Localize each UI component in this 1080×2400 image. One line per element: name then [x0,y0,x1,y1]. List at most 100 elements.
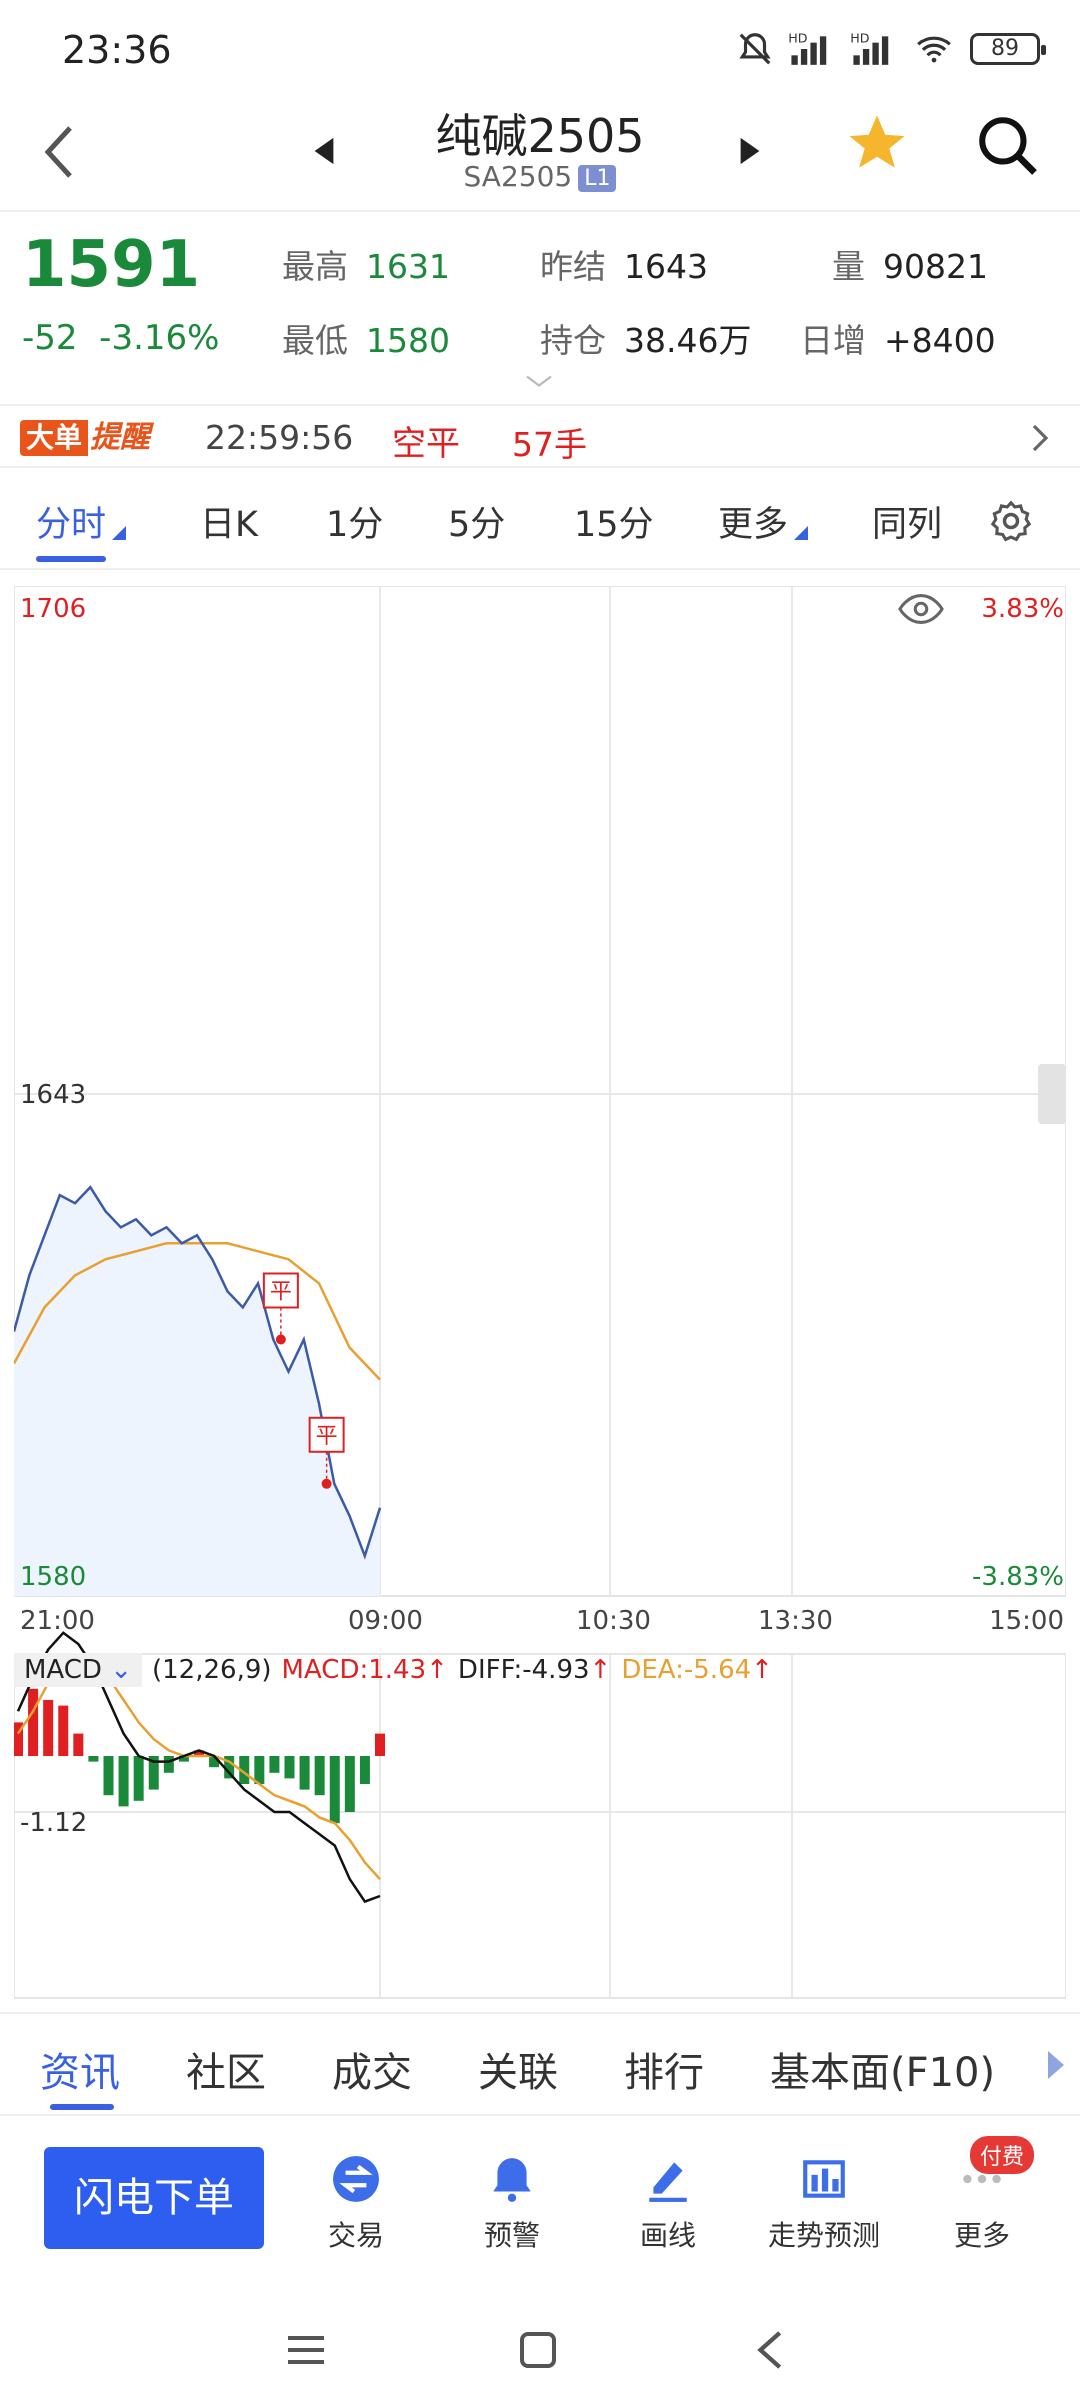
next-contract-icon[interactable] [738,136,762,166]
arrow-up-icon: ↑ [751,1655,773,1685]
draw-line-label: 画线 [639,2219,696,2252]
status-bar: 23:36 HD HD 89 [0,0,1080,100]
tab-dropdown-icon [112,526,127,540]
chart-area[interactable]: 平平 1706 1643 1580 3.83% -3.83% 21:00 09:… [12,585,1067,2002]
low-item: 最低 1580 [282,314,450,362]
expand-chevron-icon[interactable] [524,372,554,390]
tab-5min[interactable]: 5分 [448,496,505,547]
eye-icon[interactable] [898,592,944,626]
signal-icon: HD [788,31,827,65]
time-label: 10:30 [576,1606,651,1636]
scroll-right-icon[interactable] [1046,2048,1066,2082]
volume-value: 90821 [883,247,988,286]
macd-histogram-bar [58,1705,69,1756]
y-min-label: 1580 [20,1562,87,1592]
diff-value-text: DIFF:-4.93 [457,1655,590,1685]
alert-tag-remind: 提醒 [90,420,150,455]
marker-dot [275,1334,286,1345]
tab-trades[interactable]: 成交 [332,2040,412,2098]
macd-histogram-bar [314,1756,325,1796]
trend-forecast-button[interactable]: 走势预测 [754,2154,894,2254]
macd-histogram-bar [359,1756,370,1784]
draw-line-icon [649,2162,687,2202]
trade-button[interactable]: 交易 [286,2154,426,2254]
system-nav-bar [0,2300,1080,2400]
side-panel-handle[interactable] [1038,1064,1066,1124]
high-label: 最高 [282,247,348,286]
level-badge: L1 [578,164,617,192]
low-label: 最低 [282,321,348,360]
alert-label: 预警 [483,2219,540,2252]
macd-value: MACD:1.43↑ [282,1655,448,1685]
star-icon[interactable] [844,110,910,176]
last-price: 1591 [22,228,201,302]
tab-more[interactable]: 更多 [718,496,809,547]
macd-histogram-bar [28,1688,39,1756]
macd-histogram-bar [254,1756,265,1784]
home-icon[interactable] [518,2330,558,2370]
trend-forecast-label: 走势预测 [767,2219,880,2252]
tab-dropdown-icon [794,526,809,540]
chevron-right-icon[interactable] [1030,422,1050,454]
marker-dot [321,1478,332,1489]
open-interest-item: 持仓 38.46万 [540,314,751,362]
mute-bell-icon [739,33,771,65]
tab-ranking[interactable]: 排行 [624,2040,704,2098]
tab-same-column[interactable]: 同列 [872,496,942,547]
contract-code-text: SA2505 [463,160,573,193]
svg-text:HD: HD [788,31,807,46]
macd-name: MACD [24,1655,102,1685]
tab-active-indicator [36,556,106,562]
macd-indicator-select[interactable]: MACD ⌄ [14,1653,142,1687]
arrow-up-icon: ↑ [589,1655,612,1685]
header: 纯碱2505 SA2505 L1 [0,100,1080,212]
trade-icon [333,2156,379,2202]
settings-gear-icon[interactable] [988,498,1034,544]
time-label: 15:00 [989,1606,1064,1636]
intraday-chart[interactable]: 平平 [12,585,1067,2002]
macd-histogram-bar [375,1733,385,1756]
macd-histogram-bar [269,1756,280,1773]
tab-15min[interactable]: 15分 [574,496,654,547]
pct-min-label: -3.83% [972,1562,1064,1592]
trade-label: 交易 [327,2219,384,2252]
macd-params: (12,26,9) [152,1655,272,1685]
alert-time: 22:59:56 [205,418,354,457]
macd-value-text: MACD:1.43 [281,1655,427,1685]
paid-badge: 付费 [970,2136,1035,2174]
flash-order-button[interactable]: 闪电下单 [44,2147,264,2249]
search-icon[interactable] [974,112,1040,178]
trend-forecast-icon [803,2160,845,2198]
tab-fundamentals[interactable]: 基本面(F10) [770,2040,995,2098]
low-value: 1580 [366,321,450,360]
tab-timeshare[interactable]: 分时 [36,496,127,547]
marker-label: 平 [270,1279,292,1304]
tab-news[interactable]: 资讯 [40,2040,120,2098]
prev-settle-value: 1643 [624,247,708,286]
macd-histogram-bar [73,1733,84,1756]
y-mid-label: 1643 [20,1080,87,1110]
more-label: 更多 [953,2219,1010,2252]
dea-value-text: DEA:-5.64 [621,1655,752,1685]
macd-histogram-bar [299,1756,310,1790]
draw-line-button[interactable]: 画线 [598,2154,738,2254]
open-interest-value: 38.46万 [624,321,752,360]
macd-histogram-bar [284,1756,295,1779]
signal-icon: HD [850,31,889,65]
chevron-down-icon: ⌄ [110,1655,132,1685]
tab-related[interactable]: 关联 [478,2040,558,2098]
alert-button[interactable]: 预警 [442,2154,582,2254]
tab-community[interactable]: 社区 [186,2040,266,2098]
back-nav-icon[interactable] [754,2328,784,2372]
tab-daily-k[interactable]: 日K [200,496,258,547]
macd-histogram-bar [43,1700,54,1756]
wifi-icon [917,36,951,63]
big-order-alert[interactable]: 大单 提醒 22:59:56 空平 57手 [0,404,1080,468]
quote-panel: 1591 -52 -3.16% 最高 1631 最低 1580 昨结 1643 持仓 3… [0,214,1080,404]
battery-icon: 89 [970,33,1046,65]
dea-value: DEA:-5.64↑ [621,1655,773,1685]
tab-1min[interactable]: 1分 [326,496,383,547]
menu-icon[interactable] [286,2330,326,2370]
volume-item: 量 90821 [832,240,988,288]
prev-settle-label: 昨结 [540,247,606,286]
